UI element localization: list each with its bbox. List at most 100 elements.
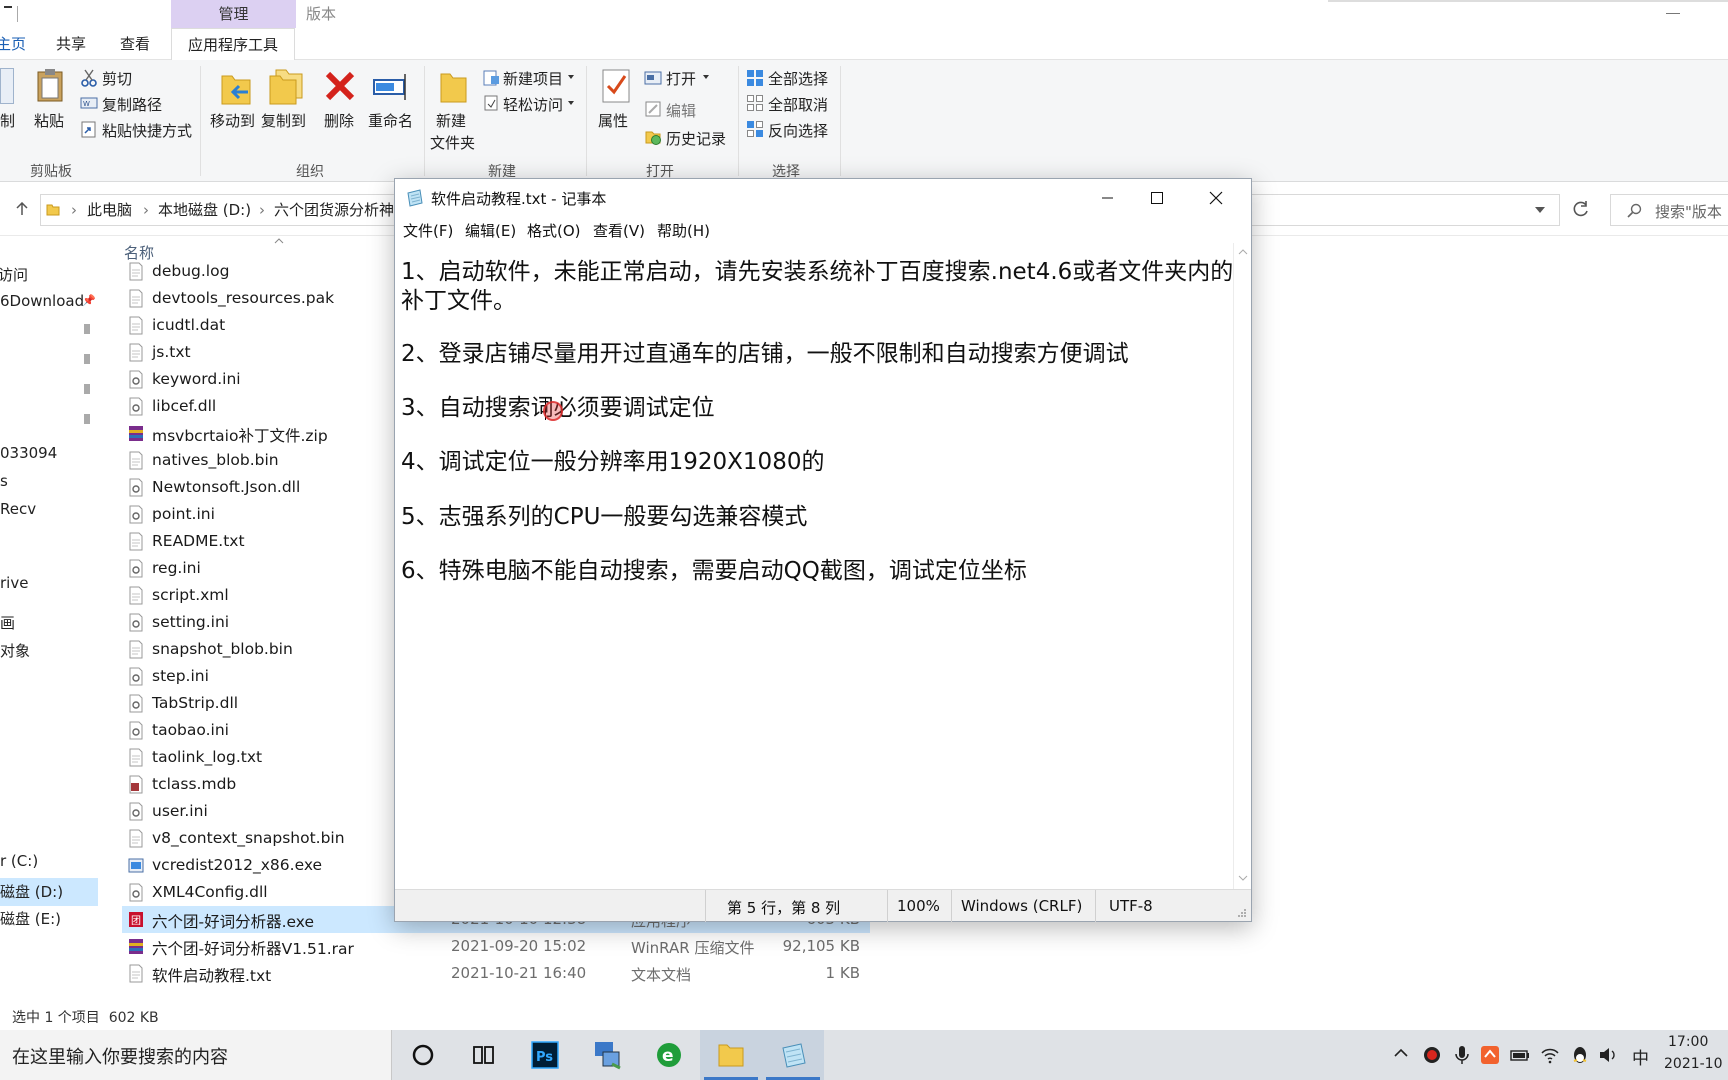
- battery-icon[interactable]: [1510, 1045, 1530, 1065]
- delete-icon[interactable]: [324, 70, 356, 102]
- file-size: 1 KB: [825, 964, 860, 982]
- properties-button[interactable]: 属性: [598, 110, 628, 131]
- tab-share[interactable]: 共享: [56, 28, 86, 60]
- breadcrumb-drive-d[interactable]: 本地磁盘 (D:): [158, 195, 251, 225]
- show-hidden-icons-icon[interactable]: [1394, 1048, 1408, 1058]
- file-explorer-icon[interactable]: [700, 1030, 762, 1080]
- menu-format[interactable]: 格式(O): [527, 220, 581, 241]
- breadcrumb-folder[interactable]: 六个团货源分析神: [274, 195, 394, 225]
- copy-icon[interactable]: [0, 68, 14, 104]
- browser-ie-icon[interactable]: e: [638, 1030, 700, 1080]
- menu-edit[interactable]: 编辑(E): [465, 220, 516, 241]
- easy-access-dropdown-icon[interactable]: [568, 101, 574, 105]
- maximize-button[interactable]: [1135, 179, 1179, 217]
- minimize-button[interactable]: [1085, 179, 1129, 217]
- manage-context-tab[interactable]: 管理: [171, 0, 296, 28]
- new-item-dropdown-icon[interactable]: [568, 75, 574, 79]
- close-button[interactable]: [1191, 179, 1241, 217]
- copy-button[interactable]: 制: [0, 110, 15, 131]
- address-history-chevron-icon[interactable]: [1535, 207, 1545, 213]
- cut-button[interactable]: 剪切: [102, 68, 132, 89]
- rename-icon[interactable]: [372, 72, 410, 102]
- move-to-icon[interactable]: [218, 68, 254, 108]
- clock-time[interactable]: 17:00: [1668, 1034, 1708, 1050]
- menu-file[interactable]: 文件(F): [403, 220, 453, 241]
- record-icon[interactable]: [1422, 1045, 1442, 1065]
- breadcrumb-separator: ›: [143, 201, 149, 219]
- pin-icon[interactable]: [84, 354, 90, 364]
- nav-drive-e[interactable]: 磁盘 (E:): [0, 908, 61, 929]
- new-folder-label-line2[interactable]: 文件夹: [430, 132, 475, 153]
- search-box[interactable]: 搜索"版本: [1610, 194, 1728, 226]
- wifi-icon[interactable]: [1540, 1045, 1560, 1065]
- taskbar-search-box[interactable]: 在这里输入你要搜索的内容: [0, 1030, 392, 1080]
- nav-onedrive[interactable]: rive: [0, 574, 28, 592]
- paste-button[interactable]: 粘贴: [34, 110, 64, 131]
- nav-3d-objects[interactable]: 对象: [0, 640, 30, 661]
- select-none-button[interactable]: 全部取消: [768, 94, 828, 115]
- paste-shortcut-button[interactable]: 粘贴快捷方式: [102, 120, 192, 141]
- quick-access-dropdown-icon[interactable]: [4, 6, 12, 8]
- notepad-text-area[interactable]: 1、启动软件，未能正常启动，请先安装系统补丁百度搜索.net4.6或者文件夹内的…: [395, 243, 1233, 889]
- invert-selection-button[interactable]: 反向选择: [768, 120, 828, 141]
- pin-icon[interactable]: [84, 324, 90, 334]
- nav-drive-d[interactable]: 磁盘 (D:): [0, 878, 98, 906]
- copy-path-button[interactable]: 复制路径: [102, 94, 162, 115]
- scroll-up-arrow-icon[interactable]: [1238, 249, 1248, 255]
- cortana-icon[interactable]: [392, 1030, 454, 1080]
- nav-pictures[interactable]: 画: [0, 612, 15, 633]
- refresh-icon[interactable]: [1572, 200, 1590, 218]
- volume-icon[interactable]: [1598, 1045, 1618, 1065]
- tab-application-tools[interactable]: 应用程序工具: [171, 28, 296, 60]
- pin-icon[interactable]: [84, 384, 90, 394]
- rename-button[interactable]: 重命名: [368, 110, 413, 131]
- notepad-titlebar[interactable]: 软件启动教程.txt - 记事本: [395, 179, 1251, 217]
- up-arrow-icon[interactable]: [16, 202, 28, 216]
- breadcrumb-this-pc[interactable]: 此电脑: [87, 195, 132, 225]
- qq-icon[interactable]: [1570, 1045, 1590, 1065]
- photoshop-icon[interactable]: Ps: [514, 1030, 576, 1080]
- properties-icon[interactable]: [600, 68, 632, 104]
- microphone-icon[interactable]: [1452, 1045, 1472, 1065]
- copy-to-button[interactable]: 复制到: [261, 110, 306, 131]
- menu-view[interactable]: 查看(V): [593, 220, 645, 241]
- history-button[interactable]: 历史记录: [666, 128, 726, 149]
- resize-grip-icon[interactable]: [1237, 908, 1247, 918]
- clock-date[interactable]: 2021-10: [1664, 1056, 1723, 1072]
- menu-help[interactable]: 帮助(H): [657, 220, 710, 241]
- new-folder-icon[interactable]: [438, 68, 468, 106]
- select-all-button[interactable]: 全部选择: [768, 68, 828, 89]
- open-dropdown-icon[interactable]: [703, 75, 709, 79]
- delete-button[interactable]: 删除: [324, 110, 354, 131]
- nav-drive-c[interactable]: r (C:): [0, 852, 38, 870]
- new-item-button[interactable]: 新建项目: [503, 68, 563, 89]
- pin-icon[interactable]: [84, 414, 90, 424]
- notepad-taskbar-icon[interactable]: [762, 1030, 824, 1080]
- nav-quick-access[interactable]: 访问: [0, 264, 28, 285]
- scroll-down-arrow-icon[interactable]: [1238, 875, 1248, 881]
- new-folder-label-line1[interactable]: 新建: [436, 110, 466, 131]
- app-tray-icon[interactable]: [1480, 1045, 1500, 1065]
- settings-file-icon: [128, 694, 144, 713]
- easy-access-button[interactable]: 轻松访问: [503, 94, 563, 115]
- file-row[interactable]: 软件启动教程.txt 2021-10-21 16:40 文本文档 1 KB: [122, 960, 870, 987]
- edit-button[interactable]: 编辑: [666, 100, 696, 121]
- vertical-scrollbar[interactable]: [1233, 243, 1251, 889]
- nav-download[interactable]: 6Download: [0, 292, 84, 310]
- nav-item-033094[interactable]: 033094: [0, 444, 57, 462]
- copy-to-icon[interactable]: [268, 64, 304, 108]
- move-to-button[interactable]: 移动到: [210, 110, 255, 131]
- pin-icon[interactable]: 📌: [82, 294, 96, 308]
- ime-indicator[interactable]: 中: [1632, 1044, 1649, 1069]
- tab-view[interactable]: 查看: [120, 28, 150, 60]
- paste-icon[interactable]: [36, 68, 64, 102]
- network-app-icon[interactable]: [576, 1030, 638, 1080]
- nav-item-recv[interactable]: Recv: [0, 500, 36, 518]
- nav-item-s[interactable]: s: [0, 472, 8, 490]
- open-button[interactable]: 打开: [666, 68, 696, 89]
- tab-home[interactable]: 主页: [0, 28, 26, 60]
- file-row[interactable]: 六个团-好词分析器V1.51.rar 2021-09-20 15:02 WinRAR…: [122, 933, 870, 960]
- task-view-icon[interactable]: [452, 1030, 514, 1080]
- explorer-minimize-icon[interactable]: [1666, 13, 1680, 14]
- breadcrumb-separator: ›: [71, 201, 77, 219]
